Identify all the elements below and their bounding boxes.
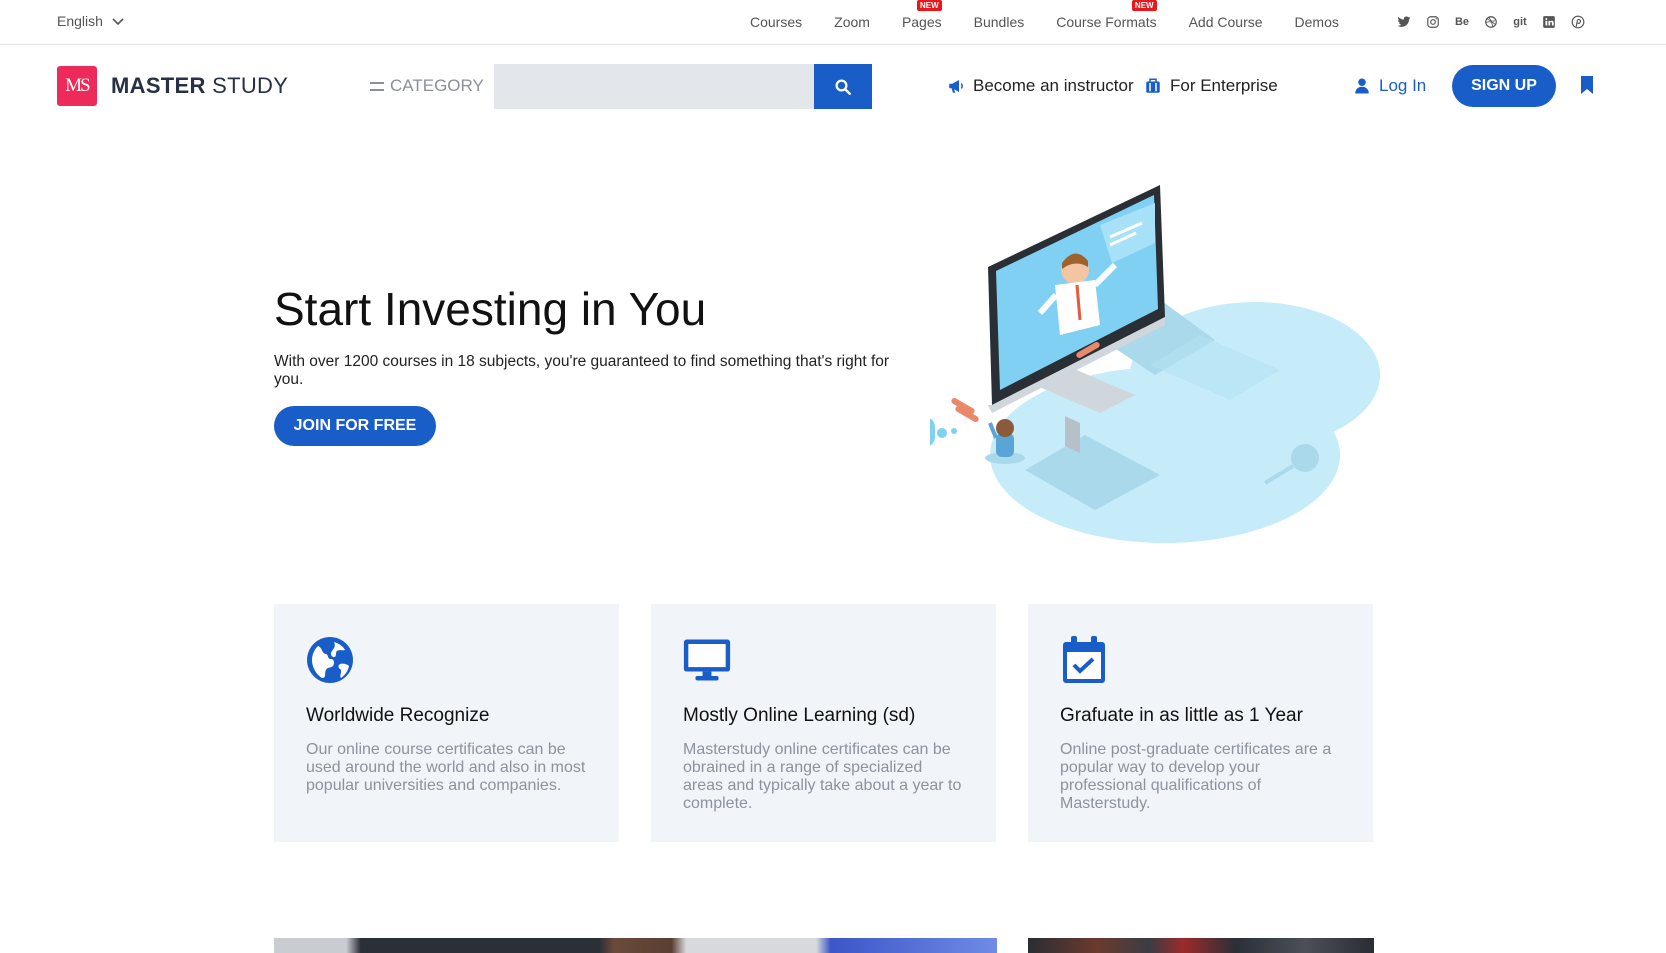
top-bar: English Courses Zoom Pages NEW Bundles Co… [0, 0, 1666, 45]
join-for-free-button[interactable]: JOIN FOR FREE [274, 406, 436, 446]
category-label: CATEGORY [390, 76, 484, 95]
git-icon[interactable]: git [1511, 13, 1529, 31]
language-label: English [57, 13, 103, 29]
new-badge: NEW [916, 0, 942, 11]
hero-title: Start Investing in You [274, 283, 707, 335]
twitter-icon[interactable] [1395, 13, 1413, 31]
logo-mark: MS [57, 66, 97, 106]
hero-subtitle: With over 1200 courses in 18 subjects, y… [274, 353, 890, 388]
category-menu-button[interactable]: CATEGORY [370, 76, 484, 96]
login-label: Log In [1379, 76, 1427, 95]
feature-title: Mostly Online Learning (sd) [683, 705, 916, 726]
new-badge: NEW [1131, 0, 1157, 11]
feature-card: Mostly Online Learning (sd) Masterstudy … [651, 604, 996, 842]
monitor-icon [683, 639, 731, 681]
hero-illustration [930, 185, 1380, 543]
top-nav: Courses Zoom Pages NEW Bundles Course For… [750, 0, 1371, 30]
course-image[interactable] [274, 938, 997, 953]
logo-text: MASTER STUDY [111, 73, 289, 98]
topnav-demos[interactable]: Demos [1295, 14, 1339, 30]
topnav-courses[interactable]: Courses [750, 14, 802, 30]
become-instructor-label: Become an instructor [973, 76, 1134, 95]
megaphone-icon [949, 80, 963, 93]
become-instructor-link[interactable]: Become an instructor [947, 76, 1134, 96]
for-enterprise-link[interactable]: For Enterprise [1144, 76, 1278, 96]
search-icon [835, 79, 851, 95]
feature-text: Masterstudy online certificates can be o… [683, 741, 962, 812]
topnav-add-course[interactable]: Add Course [1189, 14, 1263, 30]
topnav-course-formats[interactable]: Course Formats NEW [1056, 0, 1157, 30]
feature-title: Grafuate in as little as 1 Year [1060, 705, 1303, 726]
feature-card: Worldwide Recognize Our online course ce… [274, 604, 619, 842]
signup-button[interactable]: SIGN UP [1452, 65, 1556, 107]
language-selector[interactable]: English [57, 13, 125, 29]
pinterest-icon[interactable] [1569, 13, 1587, 31]
feature-card: Grafuate in as little as 1 Year Online p… [1028, 604, 1373, 842]
instagram-icon[interactable] [1424, 13, 1442, 31]
logo[interactable]: MS MASTER STUDY [57, 66, 288, 106]
search-button[interactable] [814, 64, 872, 109]
feature-text: Our online course certificates can be us… [306, 741, 586, 794]
main-header: MS MASTER STUDY CATEGORY Become an instr… [0, 46, 1666, 126]
feature-title: Worldwide Recognize [306, 705, 490, 726]
behance-icon[interactable]: Be [1453, 13, 1471, 31]
course-image[interactable] [1028, 938, 1374, 953]
for-enterprise-label: For Enterprise [1170, 76, 1278, 95]
chevron-down-icon [112, 18, 124, 26]
dribbble-icon[interactable] [1482, 13, 1500, 31]
search-input[interactable] [494, 64, 814, 109]
topnav-pages[interactable]: Pages NEW [902, 0, 942, 30]
briefcase-icon [1146, 78, 1160, 93]
user-icon [1355, 78, 1369, 94]
calendar-check-icon [1063, 636, 1105, 683]
globe-icon [307, 637, 353, 683]
topnav-zoom[interactable]: Zoom [834, 14, 870, 30]
bookmark-icon[interactable] [1580, 76, 1594, 94]
social-links: Be git [1395, 13, 1587, 31]
login-link[interactable]: Log In [1353, 76, 1426, 96]
menu-icon [370, 81, 384, 91]
feature-text: Online post-graduate certificates are a … [1060, 741, 1332, 812]
topnav-bundles[interactable]: Bundles [974, 14, 1025, 30]
linkedin-icon[interactable] [1540, 13, 1558, 31]
